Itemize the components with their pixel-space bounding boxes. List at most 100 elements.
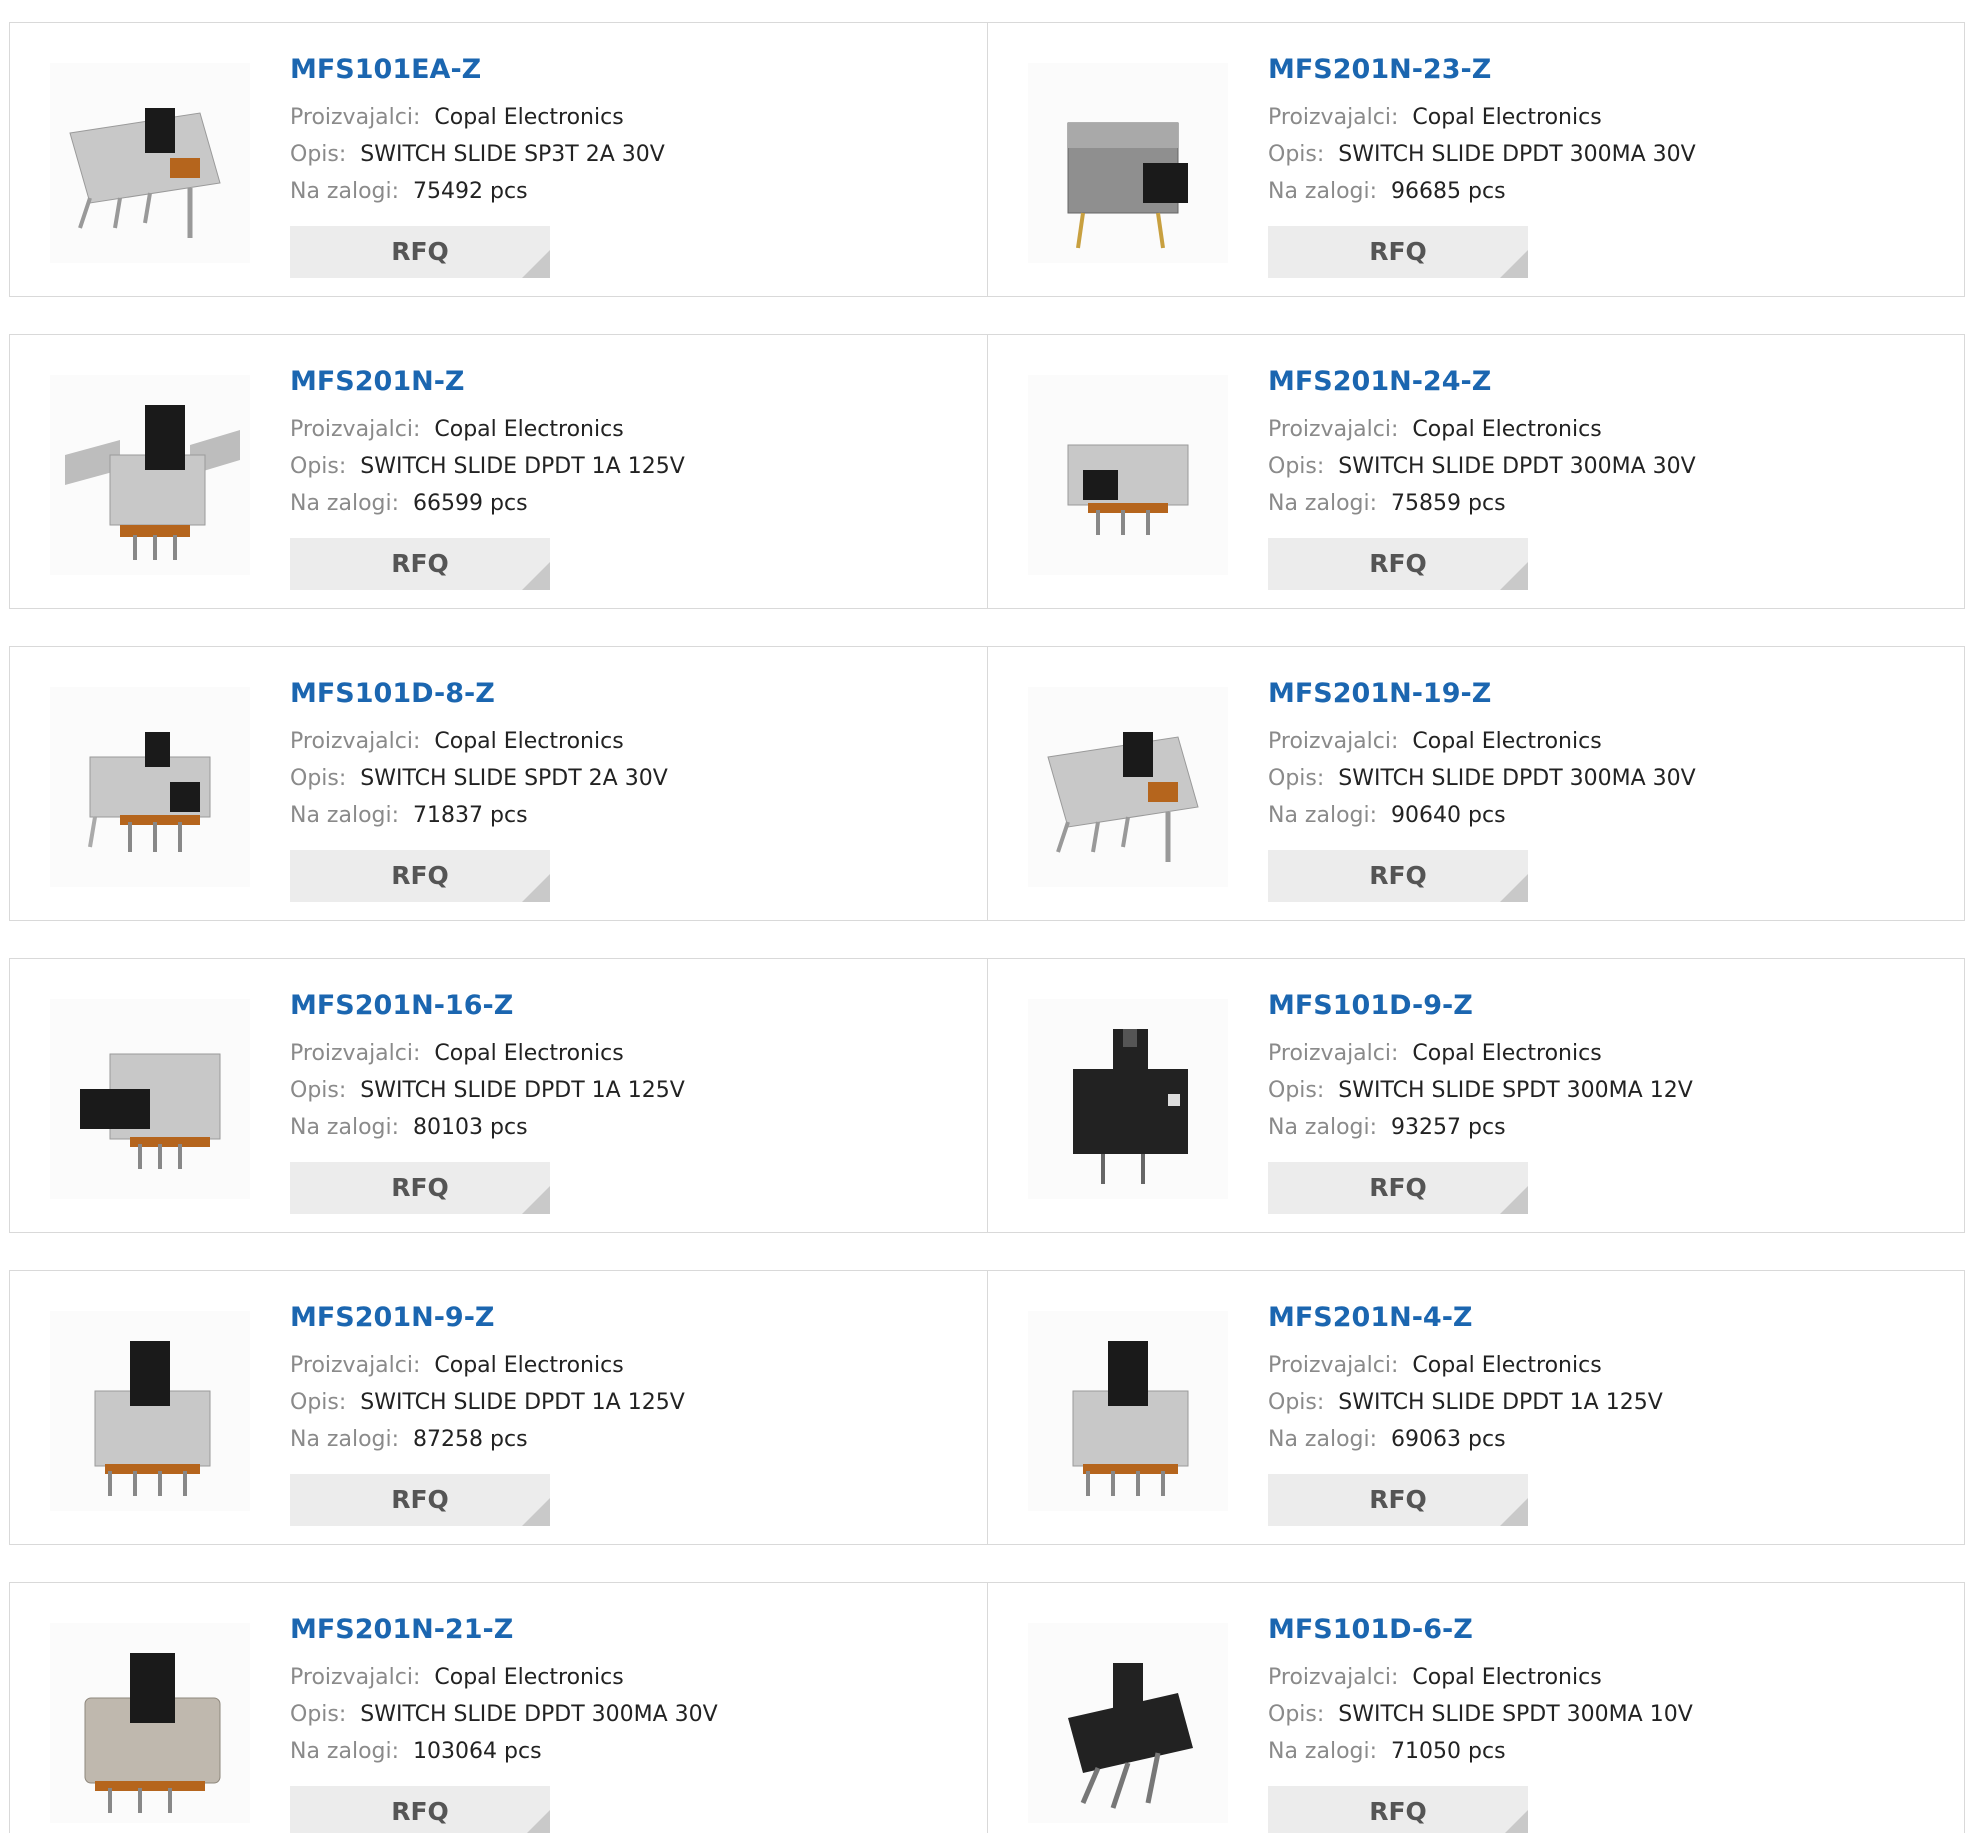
description: Opis: SWITCH SLIDE SPDT 300MA 12V <box>1268 1072 1928 1109</box>
description-label: Opis: <box>290 454 347 479</box>
manufacturer: Proizvajalci: Copal Electronics <box>290 1035 950 1072</box>
rfq-button[interactable]: RFQ <box>290 1474 550 1526</box>
manufacturer: Proizvajalci: Copal Electronics <box>290 411 950 448</box>
description-label: Opis: <box>1268 454 1325 479</box>
description: Opis: SWITCH SLIDE DPDT 1A 125V <box>290 448 950 485</box>
description: Opis: SWITCH SLIDE DPDT 300MA 30V <box>290 1696 950 1733</box>
stock: Na zalogi: 87258 pcs <box>290 1421 950 1458</box>
description-value: SWITCH SLIDE SPDT 300MA 10V <box>1338 1702 1693 1727</box>
description: Opis: SWITCH SLIDE DPDT 300MA 30V <box>1268 448 1928 485</box>
product-image[interactable] <box>50 999 250 1199</box>
manufacturer-label: Proizvajalci: <box>290 1353 421 1378</box>
rfq-button[interactable]: RFQ <box>290 538 550 590</box>
stock-label: Na zalogi: <box>1268 1739 1378 1764</box>
product-image[interactable] <box>1028 1623 1228 1823</box>
part-number-link[interactable]: MFS201N-4-Z <box>1268 1301 1928 1335</box>
manufacturer: Proizvajalci: Copal Electronics <box>290 1659 950 1696</box>
description-label: Opis: <box>290 1702 347 1727</box>
stock-label: Na zalogi: <box>290 491 400 516</box>
product-card: MFS201N-23-Z Proizvajalci: Copal Electroni… <box>988 23 1965 296</box>
product-info: MFS101D-8-Z Proizvajalci: Copal Electronic… <box>290 677 950 902</box>
product-image[interactable] <box>1028 687 1228 887</box>
product-row: MFS201N-21-Z Proizvajalci: Copal Electroni… <box>9 1582 1965 1833</box>
part-number-link[interactable]: MFS201N-24-Z <box>1268 365 1928 399</box>
part-number-link[interactable]: MFS101D-9-Z <box>1268 989 1928 1023</box>
product-image[interactable] <box>50 375 250 575</box>
rfq-button[interactable]: RFQ <box>290 1162 550 1214</box>
description-label: Opis: <box>290 1078 347 1103</box>
stock-label: Na zalogi: <box>1268 1115 1378 1140</box>
rfq-button[interactable]: RFQ <box>1268 1474 1528 1526</box>
product-card: MFS201N-24-Z Proizvajalci: Copal Electroni… <box>988 335 1965 608</box>
stock-label: Na zalogi: <box>1268 491 1378 516</box>
product-card: MFS201N-4-Z Proizvajalci: Copal Electronic… <box>988 1271 1965 1544</box>
stock-label: Na zalogi: <box>1268 803 1378 828</box>
product-card: MFS201N-Z Proizvajalci: Copal Electronics O… <box>9 335 988 608</box>
part-number-link[interactable]: MFS201N-23-Z <box>1268 53 1928 87</box>
rfq-button-label: RFQ <box>391 1797 449 1826</box>
part-number-link[interactable]: MFS201N-16-Z <box>290 989 950 1023</box>
manufacturer-value: Copal Electronics <box>434 1665 624 1690</box>
stock-label: Na zalogi: <box>290 803 400 828</box>
product-card: MFS101EA-Z Proizvajalci: Copal Electronics… <box>9 23 988 296</box>
part-number-link[interactable]: MFS101D-6-Z <box>1268 1613 1928 1647</box>
part-number-link[interactable]: MFS201N-9-Z <box>290 1301 950 1335</box>
description: Opis: SWITCH SLIDE DPDT 300MA 30V <box>1268 760 1928 797</box>
product-image[interactable] <box>1028 375 1228 575</box>
rfq-button[interactable]: RFQ <box>290 226 550 278</box>
rfq-button[interactable]: RFQ <box>290 1786 550 1833</box>
product-card: MFS201N-19-Z Proizvajalci: Copal Electroni… <box>988 647 1965 920</box>
stock-value: 90640 pcs <box>1391 803 1506 828</box>
rfq-button[interactable]: RFQ <box>1268 850 1528 902</box>
stock-value: 80103 pcs <box>413 1115 528 1140</box>
rfq-button[interactable]: RFQ <box>1268 1162 1528 1214</box>
stock-value: 75492 pcs <box>413 179 528 204</box>
product-image[interactable] <box>50 687 250 887</box>
part-number-link[interactable]: MFS201N-Z <box>290 365 950 399</box>
product-image[interactable] <box>50 1311 250 1511</box>
manufacturer-label: Proizvajalci: <box>1268 417 1399 442</box>
part-number-link[interactable]: MFS101D-8-Z <box>290 677 950 711</box>
stock-label: Na zalogi: <box>290 179 400 204</box>
rfq-button[interactable]: RFQ <box>1268 1786 1528 1833</box>
part-number-link[interactable]: MFS201N-19-Z <box>1268 677 1928 711</box>
product-image[interactable] <box>50 1623 250 1823</box>
stock: Na zalogi: 66599 pcs <box>290 485 950 522</box>
product-image[interactable] <box>1028 63 1228 263</box>
stock-label: Na zalogi: <box>1268 1427 1378 1452</box>
manufacturer-value: Copal Electronics <box>434 1041 624 1066</box>
manufacturer-value: Copal Electronics <box>434 729 624 754</box>
product-image[interactable] <box>50 63 250 263</box>
manufacturer-label: Proizvajalci: <box>290 729 421 754</box>
rfq-button[interactable]: RFQ <box>290 850 550 902</box>
product-image[interactable] <box>1028 1311 1228 1511</box>
rfq-button-label: RFQ <box>1369 1797 1427 1826</box>
product-image[interactable] <box>1028 999 1228 1199</box>
stock: Na zalogi: 80103 pcs <box>290 1109 950 1146</box>
product-row: MFS201N-16-Z Proizvajalci: Copal Electroni… <box>9 958 1965 1233</box>
rfq-button-label: RFQ <box>391 861 449 890</box>
description: Opis: SWITCH SLIDE SPDT 300MA 10V <box>1268 1696 1928 1733</box>
rfq-button[interactable]: RFQ <box>1268 538 1528 590</box>
description-label: Opis: <box>290 1390 347 1415</box>
rfq-button[interactable]: RFQ <box>1268 226 1528 278</box>
manufacturer: Proizvajalci: Copal Electronics <box>1268 99 1928 136</box>
rfq-button-label: RFQ <box>1369 861 1427 890</box>
part-number-link[interactable]: MFS101EA-Z <box>290 53 950 87</box>
product-row: MFS101D-8-Z Proizvajalci: Copal Electronic… <box>9 646 1965 921</box>
manufacturer-label: Proizvajalci: <box>290 1041 421 1066</box>
manufacturer: Proizvajalci: Copal Electronics <box>1268 723 1928 760</box>
stock-label: Na zalogi: <box>290 1739 400 1764</box>
stock: Na zalogi: 93257 pcs <box>1268 1109 1928 1146</box>
description: Opis: SWITCH SLIDE DPDT 300MA 30V <box>1268 136 1928 173</box>
manufacturer: Proizvajalci: Copal Electronics <box>1268 1035 1928 1072</box>
manufacturer-label: Proizvajalci: <box>1268 729 1399 754</box>
part-number-link[interactable]: MFS201N-21-Z <box>290 1613 950 1647</box>
stock: Na zalogi: 75492 pcs <box>290 173 950 210</box>
stock-value: 71050 pcs <box>1391 1739 1506 1764</box>
description-value: SWITCH SLIDE DPDT 300MA 30V <box>1338 142 1696 167</box>
description-value: SWITCH SLIDE DPDT 1A 125V <box>360 1078 685 1103</box>
manufacturer-value: Copal Electronics <box>1412 1665 1602 1690</box>
description-value: SWITCH SLIDE DPDT 1A 125V <box>360 454 685 479</box>
description-label: Opis: <box>1268 1390 1325 1415</box>
